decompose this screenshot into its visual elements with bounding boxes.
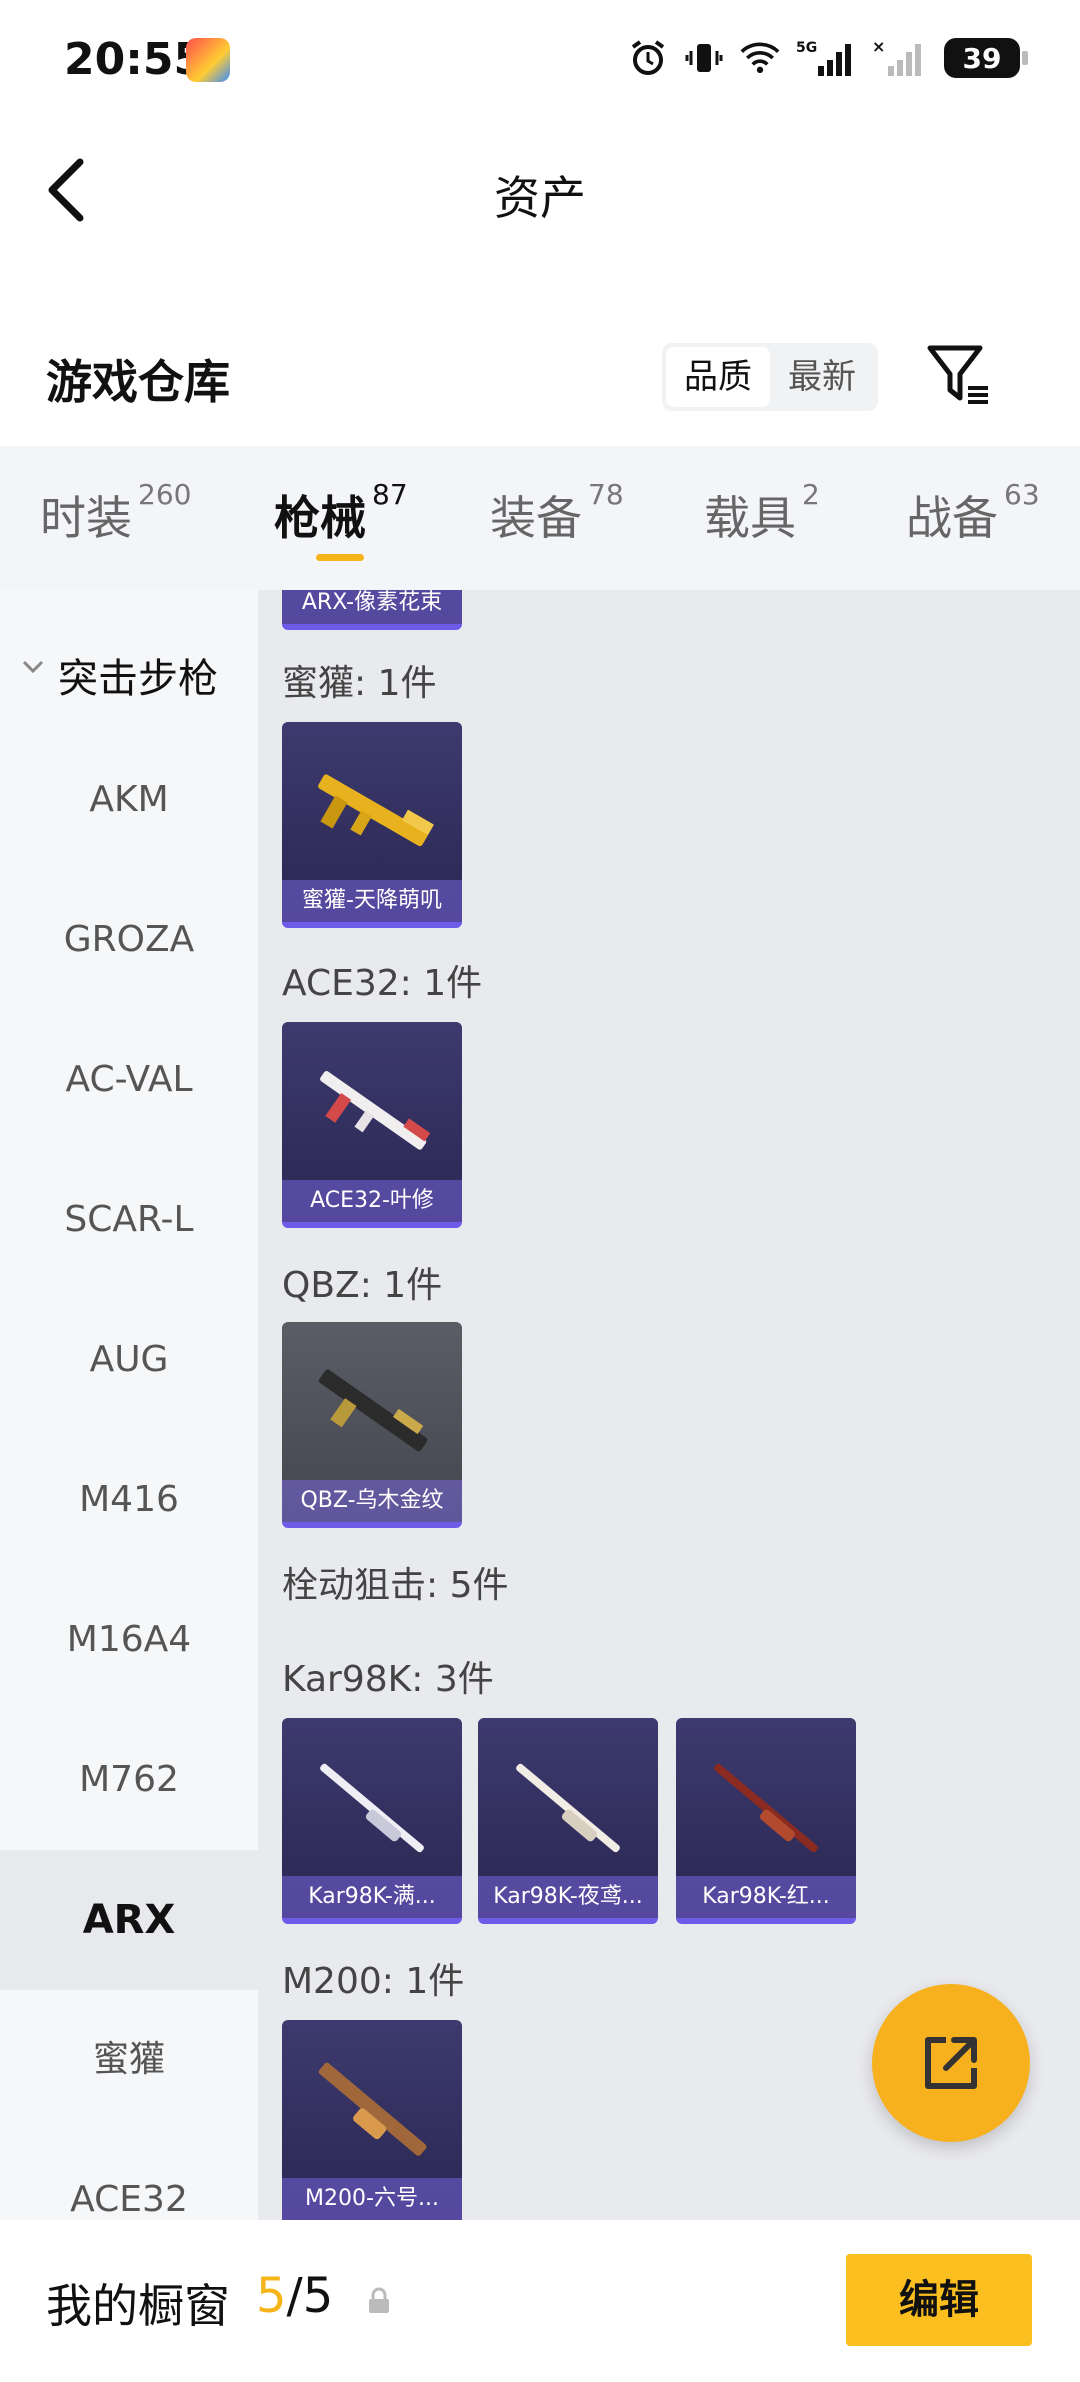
chevron-down-icon bbox=[22, 660, 44, 674]
tab-fashion[interactable]: 时装 260 bbox=[40, 478, 191, 548]
tab-count: 63 bbox=[1004, 478, 1040, 511]
weapon-card[interactable]: ARX-像素花束 bbox=[282, 590, 462, 630]
group-title: Kar98K: 3件 bbox=[282, 1659, 494, 1700]
tab-label: 枪械 bbox=[274, 491, 366, 545]
weapon-card-name: ACE32-叶修 bbox=[282, 1180, 462, 1222]
weapon-card[interactable]: M200-六号... bbox=[282, 2020, 462, 2220]
sidebar-item-m762[interactable]: M762 bbox=[0, 1710, 258, 1850]
sniper-rifle-icon bbox=[516, 1763, 620, 1853]
battery-icon: 39 bbox=[944, 38, 1028, 78]
weapon-card-name: ARX-像素花束 bbox=[282, 590, 462, 624]
rifle-icon bbox=[318, 1369, 428, 1452]
signal-5g-icon: 5G bbox=[796, 38, 856, 78]
weapon-card[interactable]: ACE32-叶修 bbox=[282, 1022, 462, 1228]
tab-guns[interactable]: 枪械 87 bbox=[274, 478, 408, 548]
sidebar-category-assault-rifle[interactable]: 突击步枪 bbox=[0, 630, 258, 710]
weapon-card-name: Kar98K-红... bbox=[676, 1876, 856, 1918]
wifi-icon bbox=[740, 38, 780, 78]
tab-label: 载具 bbox=[704, 491, 796, 545]
assets-page: 20:55 5G × 39 资产 游戏仓库 品质 最新 时装 260 枪械 87… bbox=[0, 0, 1080, 2382]
tab-vehicles[interactable]: 载具 2 bbox=[704, 478, 820, 548]
showcase-current: 5 bbox=[256, 2268, 287, 2324]
active-tab-indicator bbox=[316, 554, 364, 561]
weapon-card-name: 蜜獾-天降萌叽 bbox=[282, 880, 462, 922]
sort-toggle: 品质 最新 bbox=[662, 343, 878, 411]
sidebar-item-aug[interactable]: AUG bbox=[0, 1290, 258, 1430]
rifle-icon bbox=[318, 774, 434, 847]
warehouse-title: 游戏仓库 bbox=[46, 355, 230, 409]
weapon-card[interactable]: Kar98K-红... bbox=[676, 1718, 856, 1924]
vibrate-icon bbox=[684, 38, 724, 78]
sniper-rifle-icon bbox=[320, 1763, 424, 1853]
svg-text:5G: 5G bbox=[796, 40, 817, 56]
rifle-icon bbox=[320, 1071, 431, 1150]
weapon-card-name: QBZ-乌木金纹 bbox=[282, 1480, 462, 1522]
nav-bar: 资产 bbox=[0, 130, 1080, 250]
signal-sim2-icon: × bbox=[872, 38, 928, 78]
sidebar-item-ace32[interactable]: ACE32 bbox=[0, 2130, 258, 2220]
showcase-total: 5 bbox=[302, 2268, 334, 2324]
sniper-rifle-icon bbox=[318, 2062, 427, 2156]
tab-label: 时装 bbox=[40, 491, 132, 545]
tab-combat-supplies[interactable]: 战备 63 bbox=[906, 478, 1040, 548]
sidebar-category-label: 突击步枪 bbox=[58, 656, 218, 702]
weapon-list: ARX-像素花束 蜜獾: 1件 蜜獾-天降萌叽 ACE32: 1件 ACE32-… bbox=[258, 590, 1080, 2220]
sidebar-item-ac-val[interactable]: AC-VAL bbox=[0, 1010, 258, 1150]
showcase-separator: / bbox=[286, 2268, 303, 2324]
share-external-icon bbox=[925, 2037, 977, 2089]
status-bar: 20:55 5G × 39 bbox=[0, 0, 1080, 120]
weapon-card[interactable]: 蜜獾-天降萌叽 bbox=[282, 722, 462, 928]
group-title: 蜜獾: 1件 bbox=[282, 663, 437, 704]
lock-icon bbox=[369, 2287, 389, 2313]
tab-count: 78 bbox=[588, 478, 624, 511]
tab-label: 装备 bbox=[490, 491, 582, 545]
weapon-card-name: M200-六号... bbox=[282, 2178, 462, 2220]
category-tabs: 时装 260 枪械 87 装备 78 载具 2 战备 63 bbox=[0, 446, 1080, 590]
sidebar-item-honey-badger[interactable]: 蜜獾 bbox=[0, 1990, 258, 2130]
tab-equipment[interactable]: 装备 78 bbox=[490, 478, 624, 548]
sniper-rifle-icon bbox=[714, 1763, 818, 1853]
status-icons: 5G × 39 bbox=[628, 38, 1028, 78]
page-title: 资产 bbox=[494, 171, 586, 225]
sidebar-item-m16a4[interactable]: M16A4 bbox=[0, 1570, 258, 1710]
sidebar-item-groza[interactable]: GROZA bbox=[0, 870, 258, 1010]
group-title: 栓动狙击: 5件 bbox=[282, 1565, 509, 1606]
sidebar-item-arx[interactable]: ARX bbox=[0, 1850, 258, 1990]
filter-icon bbox=[927, 345, 988, 404]
app-notification-icon bbox=[186, 38, 230, 82]
tab-label: 战备 bbox=[906, 491, 998, 545]
group-title: M200: 1件 bbox=[282, 1961, 465, 2002]
showcase-label: 我的橱窗 bbox=[46, 2279, 230, 2333]
edit-button[interactable]: 编辑 bbox=[846, 2254, 1032, 2346]
showcase-bar: 我的橱窗 5/5 编辑 bbox=[0, 2220, 1080, 2382]
group-title: ACE32: 1件 bbox=[282, 963, 483, 1004]
weapon-card-name: Kar98K-满... bbox=[282, 1876, 462, 1918]
weapon-sidebar: 突击步枪 AKM GROZA AC-VAL SCAR-L AUG M416 M1… bbox=[0, 590, 258, 2220]
svg-text:×: × bbox=[872, 38, 885, 56]
status-time: 20:55 bbox=[64, 34, 205, 85]
share-button[interactable] bbox=[872, 1984, 1030, 2142]
tab-count: 2 bbox=[802, 478, 820, 511]
showcase-count: 5/5 bbox=[256, 2268, 333, 2324]
sort-newest-button[interactable]: 最新 bbox=[770, 347, 874, 407]
group-title: QBZ: 1件 bbox=[282, 1265, 443, 1306]
sort-quality-button[interactable]: 品质 bbox=[666, 347, 770, 407]
sidebar-item-akm[interactable]: AKM bbox=[0, 730, 258, 870]
filter-button[interactable] bbox=[924, 340, 994, 410]
sidebar-item-m416[interactable]: M416 bbox=[0, 1430, 258, 1570]
weapon-card[interactable]: Kar98K-满... bbox=[282, 1718, 462, 1924]
tab-count: 260 bbox=[138, 478, 192, 511]
weapon-card[interactable]: Kar98K-夜鸢... bbox=[478, 1718, 658, 1924]
alarm-icon bbox=[628, 38, 668, 78]
tab-count: 87 bbox=[372, 478, 408, 511]
sidebar-item-scar-l[interactable]: SCAR-L bbox=[0, 1150, 258, 1290]
weapon-card-name: Kar98K-夜鸢... bbox=[478, 1876, 658, 1918]
weapon-card[interactable]: QBZ-乌木金纹 bbox=[282, 1322, 462, 1528]
